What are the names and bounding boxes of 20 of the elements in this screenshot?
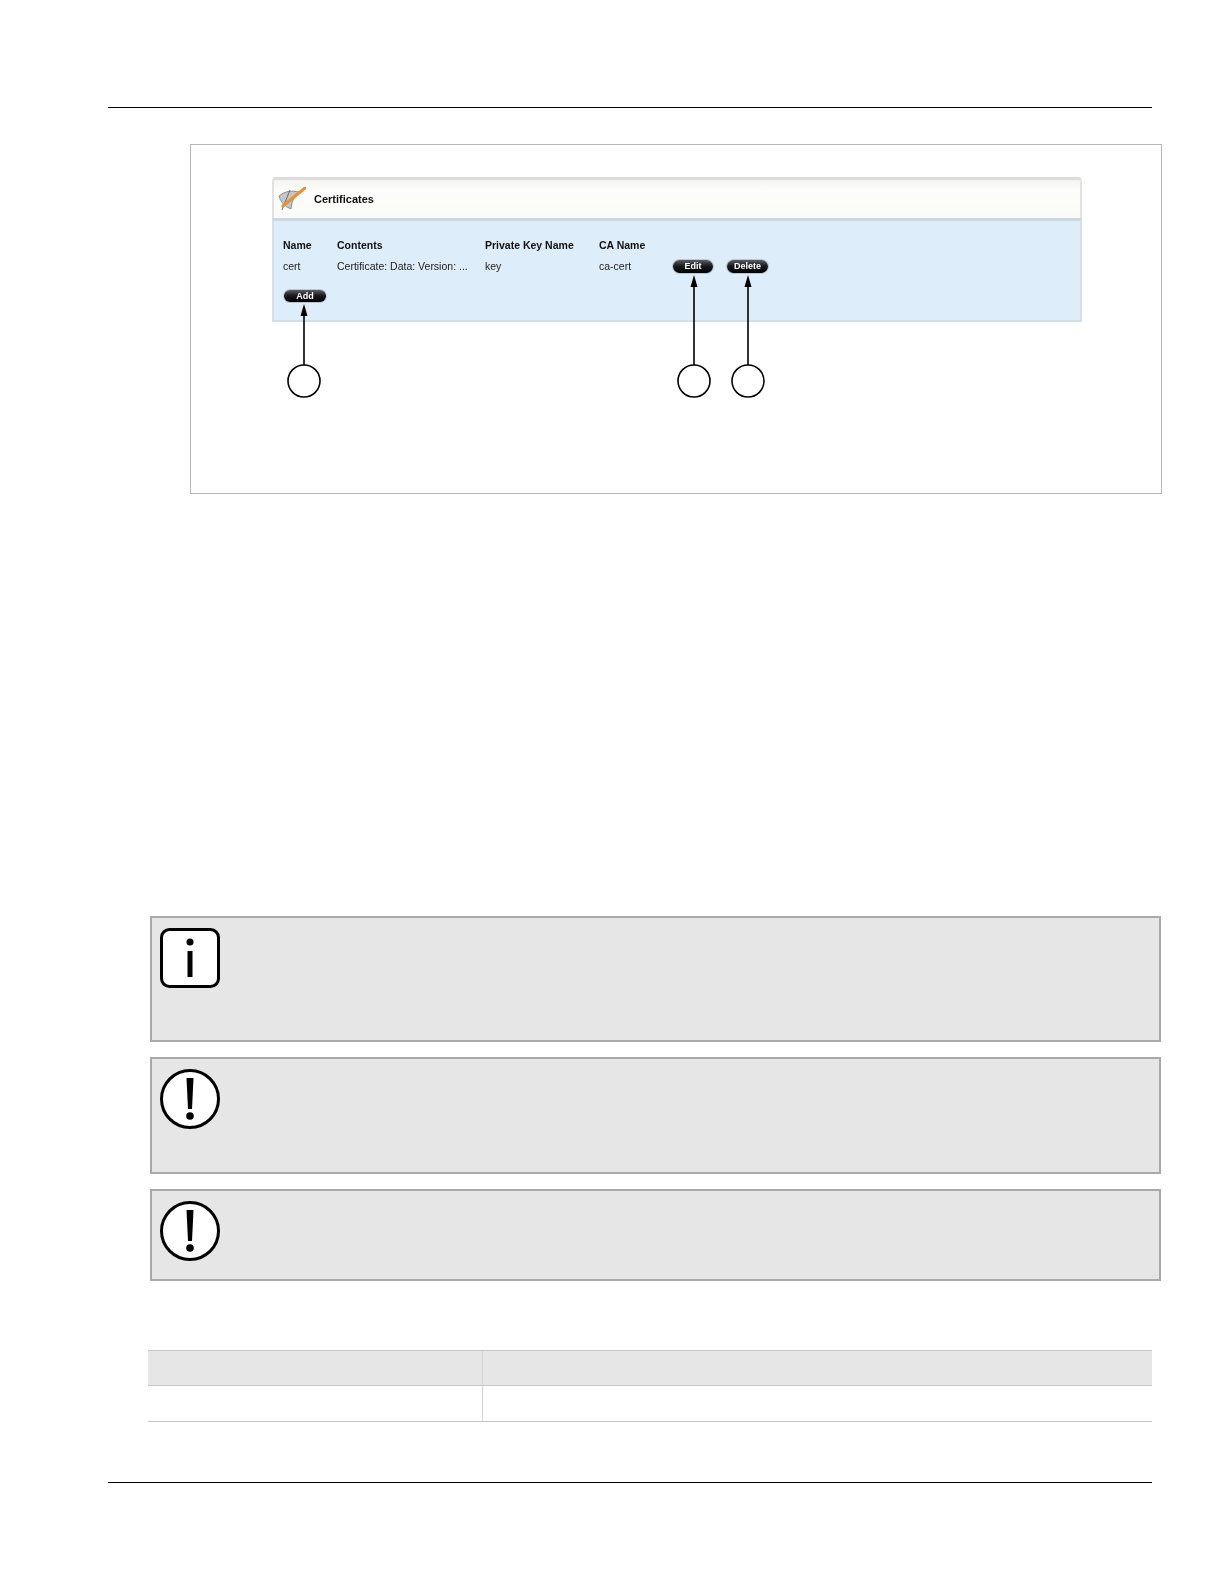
dish-icon: [278, 187, 306, 211]
callout-circle: [287, 364, 321, 398]
add-button[interactable]: Add: [284, 290, 326, 302]
column-header: Name: [283, 239, 312, 251]
callout-circle: [731, 364, 765, 398]
column-header: Contents: [337, 239, 383, 251]
column-header: Private Key Name: [485, 239, 574, 251]
table-cell: Certificate: Data: Version: ...: [337, 260, 468, 272]
edit-button[interactable]: Edit: [673, 259, 713, 273]
delete-button[interactable]: Delete: [727, 259, 768, 273]
callout-arrow: [300, 304, 308, 366]
table-cell: key: [485, 260, 502, 272]
table-cell: ca-cert: [599, 260, 632, 272]
exclamation-icon: [160, 1069, 220, 1129]
info-icon: [160, 928, 220, 988]
table-cell: cert: [283, 260, 301, 272]
exclamation-icon: [160, 1201, 220, 1261]
callout-circle: [677, 364, 711, 398]
column-header: CA Name: [599, 239, 646, 251]
panel-title: Certificates: [314, 193, 374, 205]
